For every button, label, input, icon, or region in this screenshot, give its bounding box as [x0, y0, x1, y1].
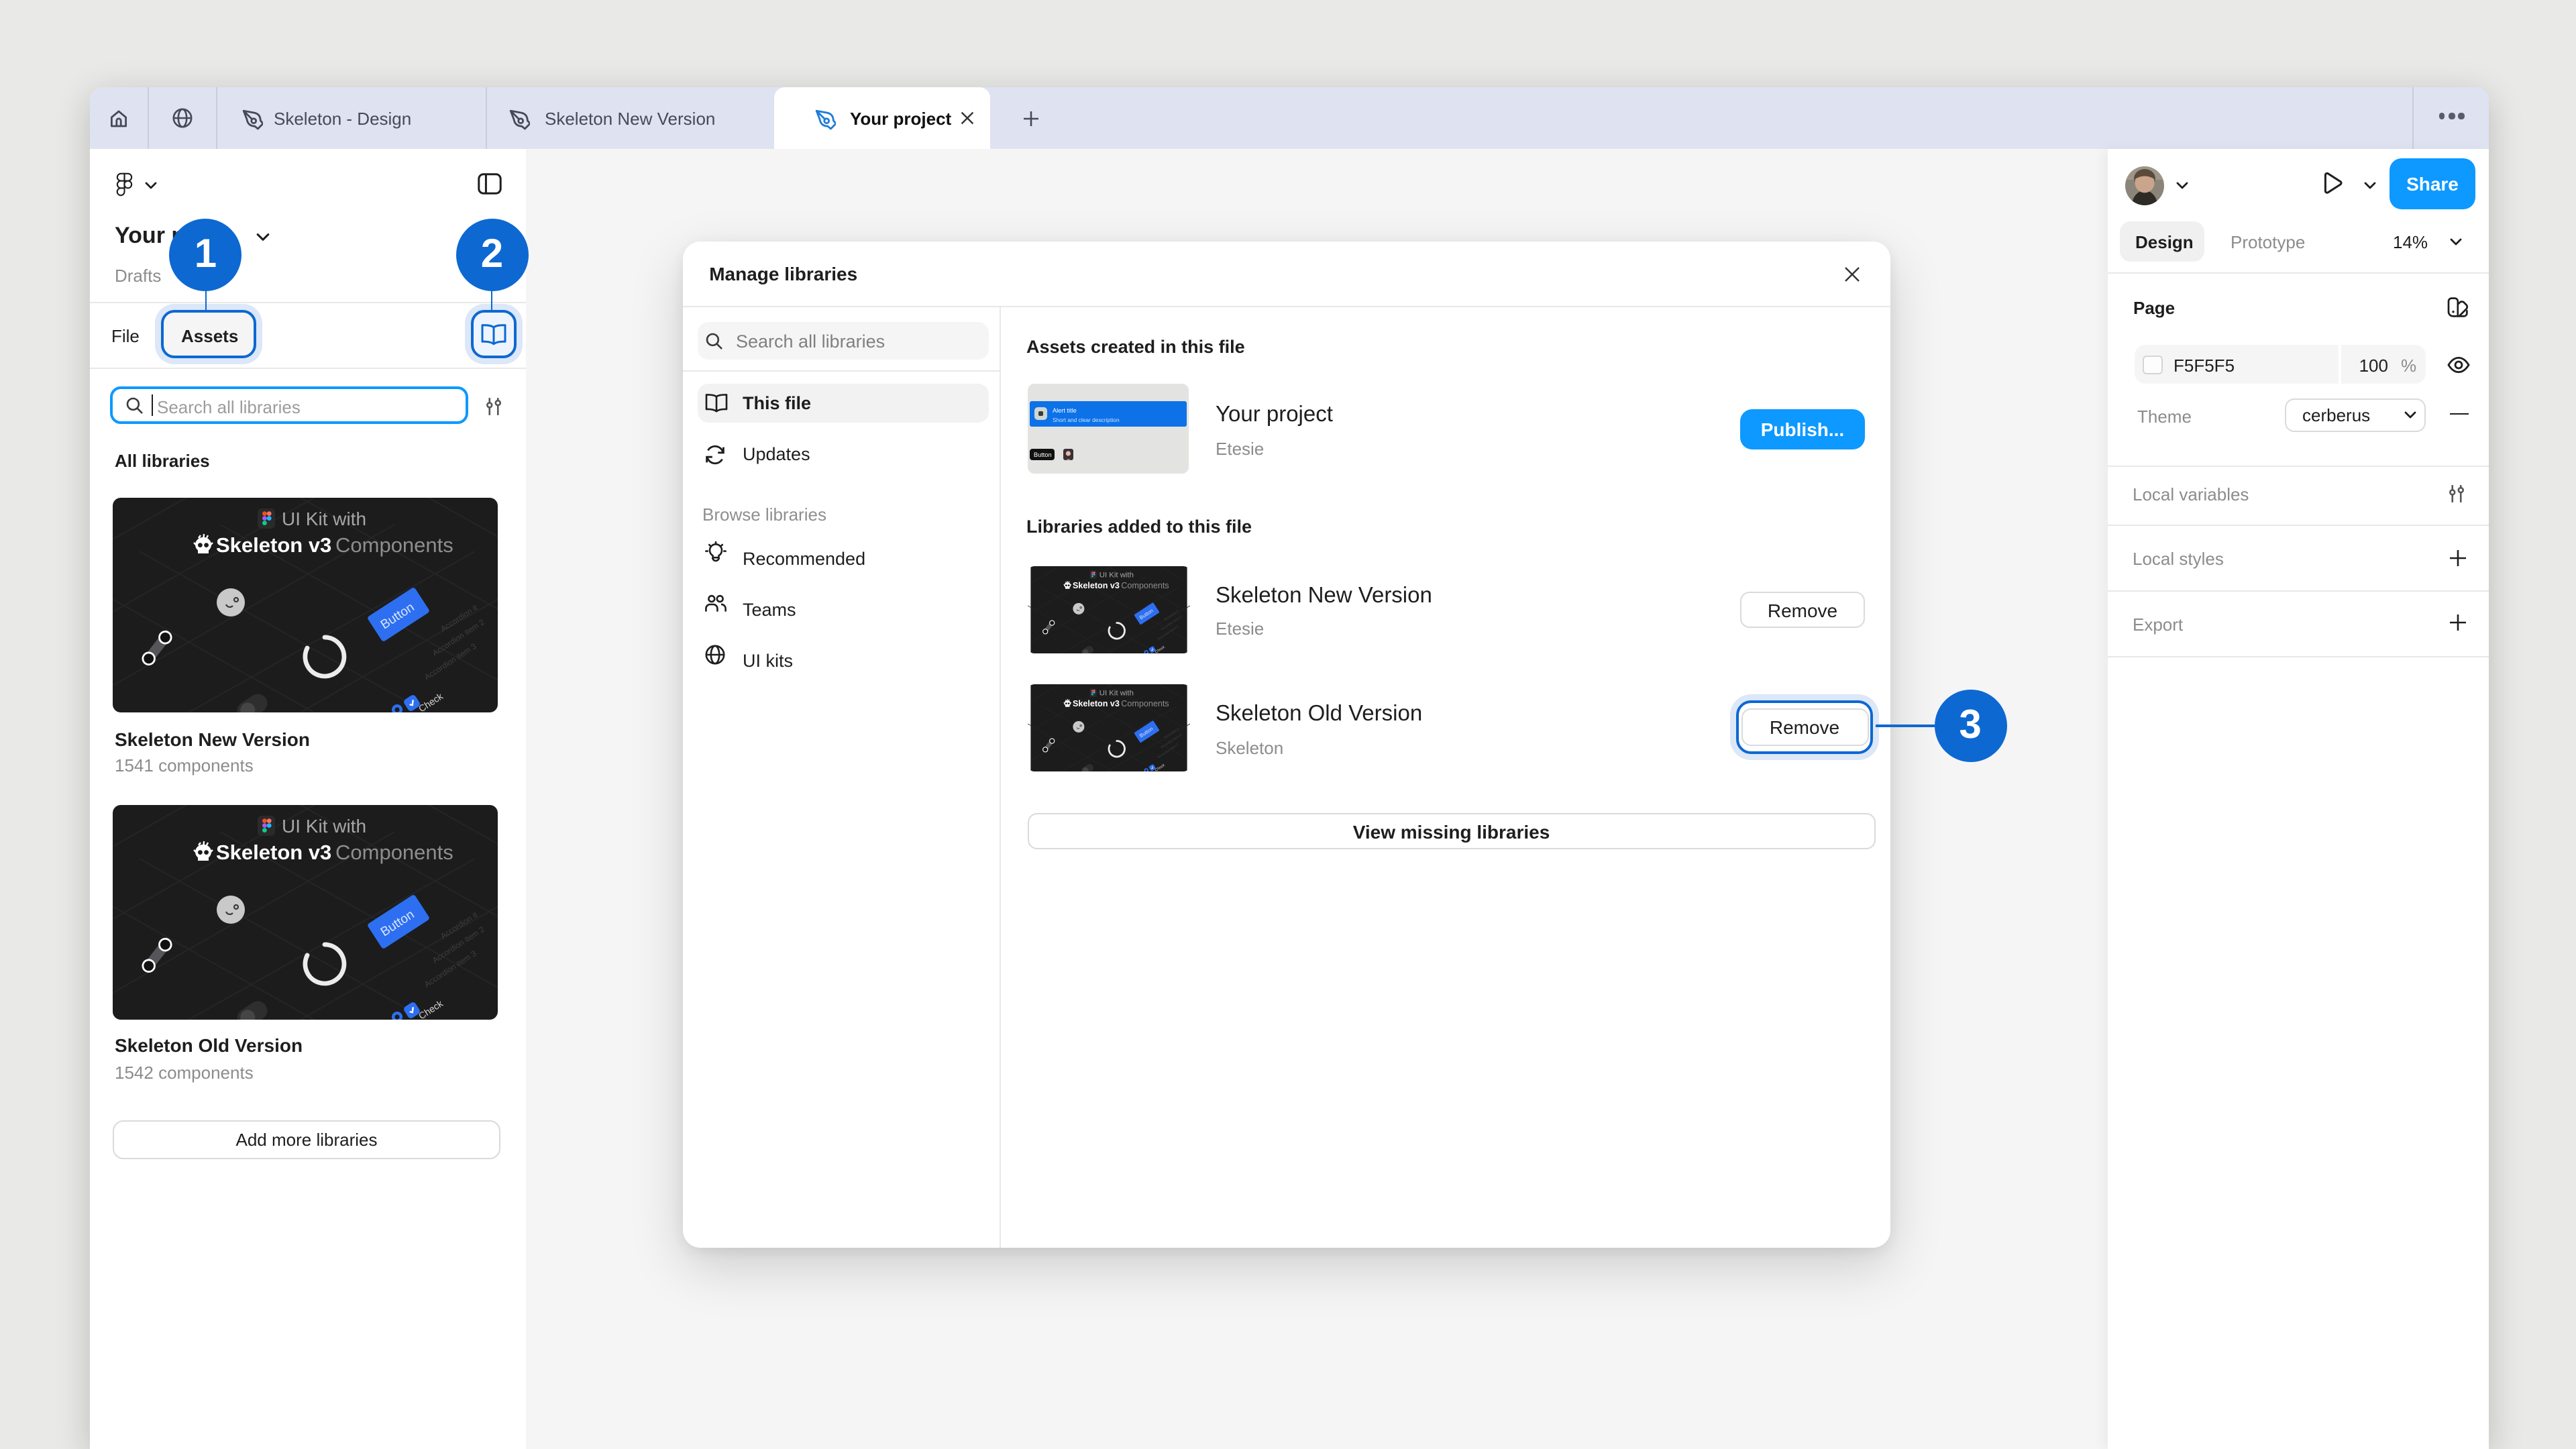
- svg-text:Button: Button: [1033, 451, 1051, 458]
- svg-text:Components: Components: [1120, 699, 1168, 708]
- svg-text:UI Kit with: UI Kit with: [282, 816, 366, 837]
- svg-text:UI Kit with: UI Kit with: [282, 508, 366, 529]
- svg-text:Components: Components: [335, 533, 453, 557]
- svg-text:Skeleton v3: Skeleton v3: [1072, 699, 1119, 708]
- svg-text:Skeleton v3: Skeleton v3: [216, 533, 331, 557]
- svg-text:Short and clear description: Short and clear description: [1052, 417, 1119, 423]
- svg-text:Components: Components: [1120, 581, 1168, 590]
- svg-text:Skeleton v3: Skeleton v3: [1072, 581, 1119, 590]
- svg-text:Components: Components: [335, 841, 453, 864]
- svg-text:Alert title: Alert title: [1052, 407, 1076, 414]
- svg-text:UI Kit with: UI Kit with: [1099, 572, 1133, 580]
- svg-text:UI Kit with: UI Kit with: [1099, 690, 1133, 698]
- svg-text:Skeleton v3: Skeleton v3: [216, 841, 331, 864]
